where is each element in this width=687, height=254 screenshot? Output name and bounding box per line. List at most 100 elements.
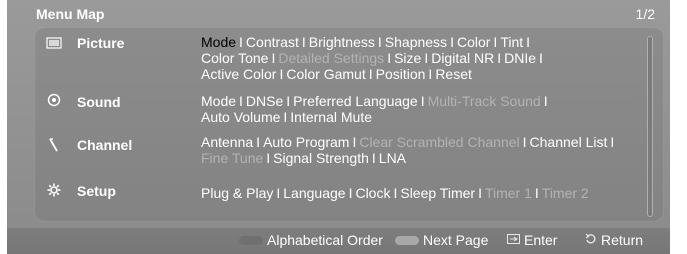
- separator: I: [239, 93, 243, 109]
- separator: I: [271, 50, 276, 66]
- menu-item: Fine Tune: [201, 150, 264, 166]
- setup-icon: [46, 183, 62, 197]
- separator: I: [493, 34, 498, 50]
- separator: I: [279, 66, 284, 82]
- channel-icon: [46, 138, 62, 152]
- separator: I: [450, 34, 454, 50]
- menu-line: Auto Volume I Internal Mute: [201, 109, 646, 125]
- menu-map-title: Menu Map: [36, 6, 105, 22]
- page-indicator: 1/2: [635, 6, 655, 22]
- channel-items: Antenna I Auto Program I Clear Scrambled Cha…: [201, 134, 646, 166]
- alphabetical-order-hint[interactable]: Alphabetical Order: [239, 232, 383, 248]
- separator: I: [497, 50, 502, 66]
- separator: I: [301, 34, 306, 50]
- menu-line: Color Tone I Detailed Settings I Size I Digita…: [201, 50, 646, 66]
- menu-item: Timer 2: [541, 185, 589, 201]
- menu-item[interactable]: Reset: [435, 66, 472, 82]
- menu-item[interactable]: Digital NR: [431, 50, 494, 66]
- menu-item[interactable]: Mode: [201, 93, 236, 109]
- header: Menu Map 1/2: [7, 0, 670, 27]
- menu-item: Timer 1: [484, 185, 532, 201]
- menu-item: Clear Scrambled Channel: [359, 134, 520, 150]
- separator: I: [393, 185, 398, 201]
- menu-line: Mode I Contrast I Brightness I Shapness I Color I…: [201, 34, 646, 50]
- separator: I: [371, 150, 376, 166]
- menu-item[interactable]: Color Gamut: [286, 66, 365, 82]
- menu-item[interactable]: Size: [394, 50, 421, 66]
- menu-item[interactable]: Signal Strength: [273, 150, 369, 166]
- separator: I: [256, 134, 261, 150]
- footer-hints: Alphabetical Order Next Page Enter Retur…: [7, 228, 670, 254]
- separator: I: [610, 134, 615, 150]
- separator: I: [522, 134, 527, 150]
- menu-line: Active Color I Color Gamut I Position I Reset: [201, 66, 646, 82]
- separator: I: [283, 109, 288, 125]
- green-button-icon: [395, 235, 419, 245]
- menu-item: Multi-Track Sound: [427, 93, 541, 109]
- return-label: Return: [601, 232, 644, 248]
- return-hint[interactable]: Return: [585, 232, 643, 248]
- menu-item[interactable]: Language: [283, 185, 345, 201]
- separator: I: [348, 185, 353, 201]
- menu-item[interactable]: Tint: [500, 34, 523, 50]
- menu-line: Antenna I Auto Program I Clear Scrambled Cha…: [201, 134, 646, 150]
- menu-label-picture[interactable]: Picture: [77, 35, 124, 51]
- menu-line: Mode I DNSe I Preferred Language I Multi-Track…: [201, 93, 646, 109]
- setup-items: Plug & Play I Language I Clock I Sleep Timer I T…: [201, 185, 646, 201]
- menu-item[interactable]: Preferred Language: [293, 93, 418, 109]
- menu-item[interactable]: Clock: [355, 185, 390, 201]
- separator: I: [286, 93, 291, 109]
- separator: I: [543, 93, 548, 109]
- menu-line: Fine Tune I Signal Strength I LNA: [201, 150, 646, 166]
- menu-item[interactable]: Channel List: [530, 134, 608, 150]
- enter-icon: [507, 233, 520, 247]
- separator: I: [420, 93, 425, 109]
- separator: I: [478, 185, 482, 201]
- menu-item[interactable]: Color: [457, 34, 490, 50]
- separator: I: [276, 185, 281, 201]
- menu-item[interactable]: Shapness: [385, 34, 447, 50]
- return-icon: [585, 233, 597, 248]
- menu-item[interactable]: DNIe: [504, 50, 536, 66]
- menu-map-window: Menu Map 1/2 Picture Mode I Contrast I Brigh…: [7, 0, 670, 254]
- separator: I: [534, 185, 539, 201]
- menu-item[interactable]: Plug & Play: [201, 185, 273, 201]
- next-page-label: Next Page: [423, 232, 489, 248]
- menu-item[interactable]: Color Tone: [201, 50, 268, 66]
- separator: I: [239, 34, 243, 50]
- separator: I: [424, 50, 429, 66]
- menu-label-sound[interactable]: Sound: [77, 94, 121, 110]
- separator: I: [387, 50, 392, 66]
- separator: I: [352, 134, 357, 150]
- red-button-icon: [239, 235, 263, 245]
- menu-item[interactable]: Antenna: [201, 134, 253, 150]
- menu-item[interactable]: DNSe: [246, 93, 283, 109]
- menu-item[interactable]: Position: [376, 66, 426, 82]
- menu-item[interactable]: Mode: [201, 34, 236, 50]
- enter-hint[interactable]: Enter: [507, 232, 557, 248]
- picture-items: Mode I Contrast I Brightness I Shapness I Color I…: [201, 34, 646, 82]
- next-page-hint[interactable]: Next Page: [395, 232, 488, 248]
- menu-item[interactable]: Active Color: [201, 66, 276, 82]
- menu-item[interactable]: Contrast: [246, 34, 299, 50]
- sound-items: Mode I DNSe I Preferred Language I Multi-Track…: [201, 93, 646, 125]
- menu-item[interactable]: LNA: [379, 150, 406, 166]
- separator: I: [368, 66, 373, 82]
- menu-item[interactable]: Auto Program: [263, 134, 349, 150]
- menu-label-setup[interactable]: Setup: [77, 183, 116, 199]
- enter-label: Enter: [524, 232, 558, 248]
- scrollbar[interactable]: [647, 36, 653, 217]
- menu-item[interactable]: Auto Volume: [201, 109, 280, 125]
- separator: I: [539, 50, 543, 66]
- separator: I: [526, 34, 531, 50]
- menu-label-channel[interactable]: Channel: [77, 137, 132, 153]
- separator: I: [377, 34, 382, 50]
- menu-panel: Picture Mode I Contrast I Brightness I Shapnes…: [34, 27, 664, 222]
- sound-icon: [46, 93, 62, 107]
- menu-item[interactable]: Brightness: [309, 34, 375, 50]
- menu-item[interactable]: Sleep Timer: [400, 185, 475, 201]
- separator: I: [266, 150, 271, 166]
- menu-item[interactable]: Internal Mute: [290, 109, 372, 125]
- picture-icon: [46, 36, 62, 50]
- alphabetical-order-label: Alphabetical Order: [267, 232, 383, 248]
